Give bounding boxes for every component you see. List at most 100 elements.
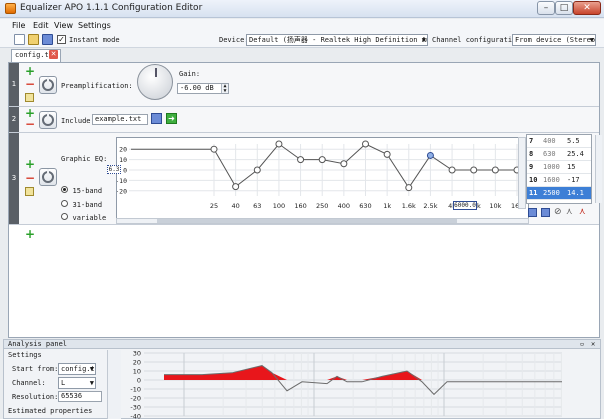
- y-tick-label: 20: [133, 359, 141, 367]
- channel-select[interactable]: L ▼: [58, 377, 96, 389]
- y-tick-label: -10: [130, 386, 141, 394]
- radio-icon: [61, 213, 68, 220]
- x-tick-label: 250: [316, 202, 328, 210]
- close-tab-icon[interactable]: ✕: [49, 50, 58, 59]
- menu-settings[interactable]: Settings: [78, 21, 111, 30]
- analysis-settings-scrollbar[interactable]: [107, 350, 121, 419]
- filter-row-include: 2 + − Include: example.txt ➜: [9, 107, 599, 133]
- knob-indicator: [155, 68, 157, 77]
- gain-label: Gain:: [179, 70, 201, 78]
- eq-graph-horizontal-scrollbar[interactable]: [116, 218, 529, 224]
- eq-table-row[interactable]: 11 2500 14.1: [527, 187, 591, 200]
- power-toggle-icon[interactable]: [39, 168, 57, 186]
- open-include-icon[interactable]: ➜: [166, 113, 177, 124]
- maximize-button[interactable]: □: [555, 1, 573, 15]
- resolution-input[interactable]: 65536: [58, 391, 102, 402]
- menu-edit[interactable]: Edit: [33, 21, 49, 30]
- open-folder-icon[interactable]: [28, 34, 39, 45]
- restore-panel-icon[interactable]: ▫: [580, 340, 584, 349]
- new-file-icon[interactable]: [14, 34, 25, 45]
- band-radio-31[interactable]: 31-band: [61, 200, 102, 209]
- gain-input[interactable]: -6.00 dB ▲ ▼: [177, 83, 229, 94]
- export-icon[interactable]: [541, 208, 550, 217]
- resolution-value: 65536: [61, 392, 83, 400]
- add-filter-icon[interactable]: +: [25, 228, 35, 240]
- device-select[interactable]: Default (扬声器 - Realtek High Definition A…: [246, 34, 428, 46]
- save-icon[interactable]: [42, 34, 53, 45]
- close-button[interactable]: ✕: [573, 1, 601, 15]
- instant-mode-checkbox[interactable]: ✓: [57, 35, 66, 44]
- browse-folder-icon[interactable]: [151, 113, 162, 124]
- power-toggle-icon[interactable]: [39, 111, 57, 129]
- add-filter-icon[interactable]: +: [25, 158, 35, 170]
- remove-filter-icon[interactable]: −: [25, 78, 35, 90]
- chevron-down-icon: ▼: [589, 36, 594, 44]
- x-tick-label: 1.6k: [402, 202, 416, 210]
- eq-table-row[interactable]: 7 400 5.5: [527, 135, 591, 148]
- add-filter-icon[interactable]: +: [25, 65, 35, 77]
- include-file-input[interactable]: example.txt: [92, 114, 148, 125]
- y-tick-label: 10: [119, 156, 127, 164]
- radio-icon: [61, 200, 68, 207]
- band-frequency: 2500: [543, 189, 560, 197]
- chevron-down-icon: ▼: [89, 379, 94, 387]
- chevron-down-icon: ▼: [421, 36, 426, 44]
- normalize-icon[interactable]: ⋏: [566, 207, 573, 217]
- row-number: 2: [9, 107, 19, 132]
- remove-filter-icon[interactable]: −: [25, 172, 35, 184]
- minimize-button[interactable]: –: [537, 1, 555, 15]
- invert-icon[interactable]: ⊘: [554, 207, 562, 217]
- instant-mode-label: Instant mode: [69, 36, 120, 44]
- filter-editor: 1 + − Preamplification: Gain: -6.00 dB ▲…: [8, 62, 602, 338]
- gain-knob[interactable]: [137, 64, 173, 100]
- x-tick-label: 2.5k: [423, 202, 437, 210]
- import-icon[interactable]: [528, 208, 537, 217]
- edit-icon[interactable]: [25, 93, 34, 102]
- channel-config-value: From device (Stereo): [515, 36, 596, 44]
- close-panel-icon[interactable]: ✕: [591, 340, 595, 349]
- band-radio-15[interactable]: 15-band: [61, 186, 102, 195]
- reset-icon[interactable]: ⋏: [579, 207, 586, 217]
- toolbar: ✓ Instant mode Device: Default (扬声器 - Re…: [0, 33, 604, 48]
- eq-table-row[interactable]: 8 630 25.4: [527, 148, 591, 161]
- window-title: Equalizer APO 1.1.1 Configuration Editor: [20, 3, 203, 13]
- analysis-panel-header: Analysis panel ▫ ✕: [4, 340, 600, 349]
- band-option-label: 15-band: [72, 187, 103, 195]
- band-gain: -17: [567, 176, 580, 184]
- filter-row-preamp: 1 + − Preamplification: Gain: -6.00 dB ▲…: [9, 63, 599, 107]
- y-tick-label: 0: [137, 377, 141, 385]
- band-index: 10: [529, 176, 538, 184]
- eq-table-row[interactable]: 10 1600 -17: [527, 174, 591, 187]
- x-tick-label: 10k: [489, 202, 501, 210]
- menu-file[interactable]: File: [12, 21, 25, 30]
- power-toggle-icon[interactable]: [39, 76, 57, 94]
- band-frequency: 630: [543, 150, 556, 158]
- spin-arrows-icon[interactable]: ▲ ▼: [221, 84, 228, 94]
- gain-value-box[interactable]: 6.3: [107, 165, 121, 174]
- eq-graph-vertical-scrollbar[interactable]: [518, 137, 526, 209]
- preamp-label: Preamplification:: [61, 82, 133, 90]
- eq-band-point: [232, 183, 240, 191]
- remove-filter-icon[interactable]: −: [25, 118, 35, 130]
- graphic-eq-chart[interactable]: 20100-10-202540631001602504006301k1.6k2.…: [107, 137, 529, 220]
- filter-row-graphic-eq: 3 + − Graphic EQ: 15-band 31-band variab…: [9, 133, 602, 225]
- chevron-down-icon: ▼: [89, 365, 94, 373]
- y-tick-label: -10: [117, 177, 127, 185]
- eq-band-point: [448, 166, 456, 174]
- eq-band-point: [426, 151, 434, 159]
- eq-table-scrollbar[interactable]: [595, 135, 602, 203]
- scrollbar-thumb[interactable]: [157, 219, 457, 223]
- start-from-select[interactable]: config.txt ▼: [58, 363, 96, 375]
- edit-icon[interactable]: [25, 187, 34, 196]
- eq-band-point: [405, 184, 413, 192]
- x-tick-label: 40: [232, 202, 240, 210]
- band-radio-variable[interactable]: variable: [61, 213, 106, 222]
- frequency-edit-box[interactable]: 6000.0: [453, 201, 477, 210]
- channel-config-select[interactable]: From device (Stereo) ▼: [512, 34, 596, 46]
- eq-table-rows: 7 400 5.5 8 630 25.4 9 1000 15 10 1600 -17 11 2500 14.…: [527, 135, 591, 200]
- gain-value: -6.00 dB: [180, 84, 214, 92]
- title-bar: Equalizer APO 1.1.1 Configuration Editor…: [0, 0, 604, 18]
- menu-view[interactable]: View: [54, 21, 73, 30]
- eq-table-row[interactable]: 9 1000 15: [527, 161, 591, 174]
- y-tick-label: -40: [130, 413, 141, 419]
